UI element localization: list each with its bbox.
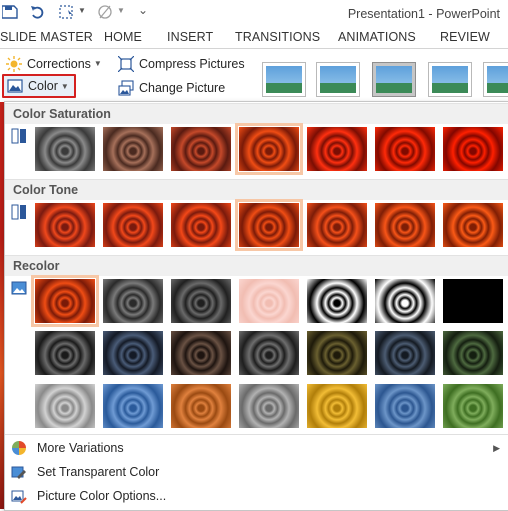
temperature-6500-thumb[interactable] <box>235 199 303 251</box>
accent6-light-thumb[interactable] <box>375 384 435 428</box>
accent5-light-thumb[interactable] <box>307 384 367 428</box>
ribbon: Corrections ▼ Color ▼ Compress Pictures Ch… <box>0 48 508 103</box>
accent7-light-thumb[interactable] <box>443 384 503 428</box>
change-picture-button[interactable]: Change Picture <box>118 77 225 98</box>
compress-pictures-button[interactable]: Compress Pictures <box>118 53 245 74</box>
saturation-33-thumb[interactable] <box>103 127 163 171</box>
temperature-5300-thumb[interactable] <box>103 203 163 247</box>
change-picture-icon <box>118 79 134 96</box>
accent1-light-thumb[interactable] <box>35 384 95 428</box>
temperature-7200-thumb[interactable] <box>307 203 367 247</box>
picture-style-thumb[interactable] <box>316 62 360 97</box>
picture-style-thumb[interactable] <box>428 62 472 97</box>
accent6-dark-thumb[interactable] <box>375 331 435 375</box>
chevron-down-icon[interactable]: ▼ <box>78 6 86 15</box>
shapes-icon[interactable] <box>97 4 113 20</box>
more-variations-label: More Variations <box>37 441 124 455</box>
picture-color-options-item[interactable]: Picture Color Options... <box>5 484 508 508</box>
recolor-icon <box>11 281 27 295</box>
accent7-dark-thumb[interactable] <box>443 331 503 375</box>
color-button[interactable]: Color ▼ <box>2 74 76 98</box>
black-white-25-thumb[interactable] <box>307 279 367 323</box>
menu-separator <box>5 434 508 435</box>
window-title: Presentation1 - PowerPoint <box>347 7 500 21</box>
saturation-66-thumb[interactable] <box>171 127 231 171</box>
picture-styles-gallery <box>250 52 508 102</box>
change-picture-label: Change Picture <box>139 80 226 95</box>
color-dropdown-panel: Color Saturation Color Tone Recolor More… <box>4 101 508 511</box>
chevron-down-icon: ▼ <box>93 59 102 68</box>
accent3-dark-thumb[interactable] <box>171 331 231 375</box>
picture-style-thumb[interactable] <box>483 62 508 97</box>
corrections-button[interactable]: Corrections ▼ <box>6 53 102 74</box>
chevron-down-icon[interactable]: ▼ <box>117 6 125 15</box>
title-bar: ▼ ▼ ⌄ Presentation1 - PowerPoint <box>0 0 508 27</box>
saturation-300-thumb[interactable] <box>375 127 435 171</box>
grayscale-thumb[interactable] <box>103 279 163 323</box>
saturation-header: Color Saturation <box>5 103 508 124</box>
set-transparent-color-item[interactable]: Set Transparent Color <box>5 460 508 484</box>
saturation-title: Color Saturation <box>13 107 111 121</box>
tab-review[interactable]: REVIEW <box>440 30 490 44</box>
set-transparent-label: Set Transparent Color <box>37 465 160 479</box>
color-wheel-icon <box>12 441 26 455</box>
tab-insert[interactable]: INSERT <box>167 30 213 44</box>
accent2-dark-thumb[interactable] <box>103 331 163 375</box>
temperature-7800-thumb[interactable] <box>375 203 435 247</box>
black-white-50-thumb[interactable] <box>375 279 435 323</box>
saturation-100-thumb[interactable] <box>235 123 303 175</box>
recolor-header: Recolor <box>5 255 508 276</box>
compress-icon <box>118 55 134 72</box>
ribbon-tabs: SLIDE MASTER HOME INSERT TRANSITIONS ANI… <box>0 27 508 48</box>
accent2-light-thumb[interactable] <box>103 384 163 428</box>
accent4-light-thumb[interactable] <box>239 384 299 428</box>
tab-transitions[interactable]: TRANSITIONS <box>235 30 320 44</box>
save-icon[interactable] <box>2 4 18 20</box>
accent4-dark-thumb[interactable] <box>239 331 299 375</box>
recolor-title: Recolor <box>13 259 60 273</box>
tab-slide-master[interactable]: SLIDE MASTER <box>0 30 93 44</box>
customize-qat-icon[interactable]: ⌄ <box>138 3 148 17</box>
temperature-4700-thumb[interactable] <box>35 203 95 247</box>
saturation-0-thumb[interactable] <box>35 127 95 171</box>
corrections-label: Corrections <box>27 56 91 71</box>
tab-animations[interactable]: ANIMATIONS <box>338 30 416 44</box>
undo-icon[interactable] <box>30 4 46 20</box>
no-recolor-thumb[interactable] <box>31 275 99 327</box>
color-label: Color <box>28 79 58 93</box>
temperature-5900-thumb[interactable] <box>171 203 231 247</box>
temperature-8800-thumb[interactable] <box>443 203 503 247</box>
tone-header: Color Tone <box>5 179 508 200</box>
saturation-icon <box>11 128 26 144</box>
tone-title: Color Tone <box>13 183 79 197</box>
compress-label: Compress Pictures <box>139 56 245 71</box>
accent3-light-thumb[interactable] <box>171 384 231 428</box>
submenu-arrow-icon: ▶ <box>493 442 500 453</box>
sun-icon <box>6 55 22 72</box>
black-white-75-thumb[interactable] <box>443 279 503 323</box>
more-variations-item[interactable]: More Variations ▶ <box>5 436 508 460</box>
accent5-dark-thumb[interactable] <box>307 331 367 375</box>
picture-style-thumb[interactable] <box>262 62 306 97</box>
accent1-dark-thumb[interactable] <box>35 331 95 375</box>
chevron-down-icon: ▼ <box>60 81 69 91</box>
select-icon[interactable] <box>58 4 74 20</box>
picture-style-thumb[interactable] <box>372 62 416 97</box>
transparent-color-icon <box>11 466 26 479</box>
tab-home[interactable]: HOME <box>104 30 142 44</box>
sepia-thumb[interactable] <box>171 279 231 323</box>
color-options-label: Picture Color Options... <box>37 489 167 503</box>
washout-thumb[interactable] <box>239 279 299 323</box>
picture-color-icon <box>7 79 23 93</box>
color-options-icon <box>11 490 27 504</box>
saturation-200-thumb[interactable] <box>307 127 367 171</box>
tone-icon <box>11 204 26 220</box>
saturation-400-thumb[interactable] <box>443 127 503 171</box>
